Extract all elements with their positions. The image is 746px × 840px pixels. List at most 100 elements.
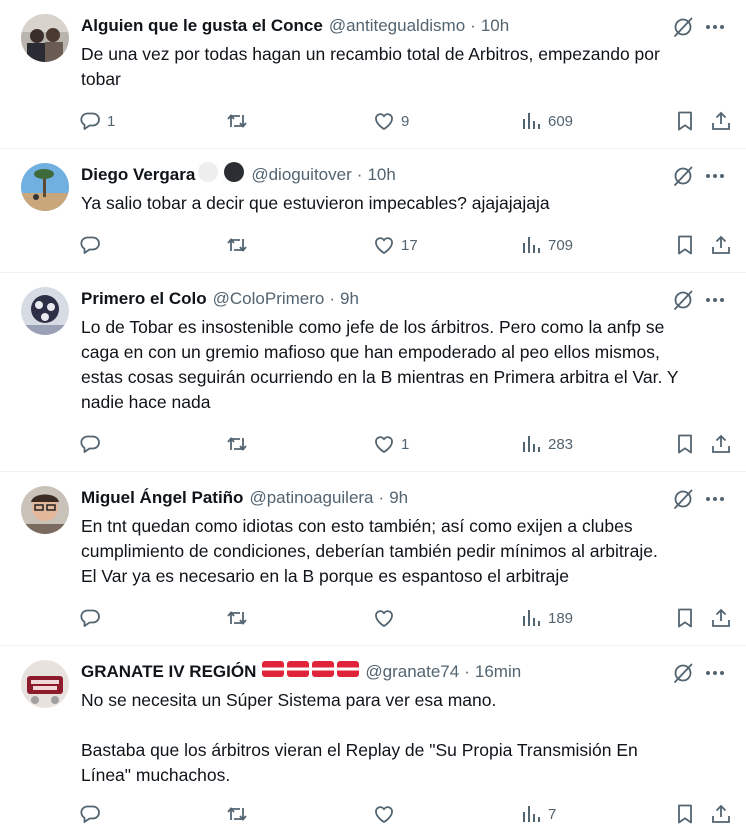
views-button[interactable]: 709 <box>520 232 573 258</box>
tweet-text-line: De una vez por todas hagan un recambio t… <box>81 44 660 64</box>
like-button[interactable] <box>373 801 401 827</box>
more-icon[interactable] <box>704 16 726 38</box>
timestamp[interactable]: 9h <box>389 487 408 509</box>
tweet-text-line: El Var ya es necesario en la B porque es… <box>81 566 570 586</box>
tweet[interactable]: Diego Vergara @dioguitover · 10h Ya sali… <box>0 149 746 273</box>
grok-icon[interactable] <box>672 165 694 187</box>
retweet-icon <box>227 807 247 821</box>
flag-stripe-icon <box>337 661 360 683</box>
like-icon <box>375 237 393 254</box>
bookmark-button[interactable] <box>674 801 696 827</box>
avatar[interactable] <box>21 486 69 534</box>
reply-button[interactable] <box>79 801 107 827</box>
bookmark-icon <box>678 235 692 255</box>
tweet-text: No se necesita un Súper Sistema para ver… <box>81 688 731 788</box>
views-button[interactable]: 189 <box>520 605 573 631</box>
tweet-header: Primero el Colo @ColoPrimero · 9h <box>81 288 746 310</box>
author-name[interactable]: Primero el Colo <box>81 288 207 310</box>
author-name[interactable]: Miguel Ángel Patiño <box>81 487 243 509</box>
more-icon[interactable] <box>704 662 726 684</box>
reply-icon <box>80 435 100 453</box>
tweet-text: En tnt quedan como idiotas con esto tamb… <box>81 514 731 589</box>
like-button[interactable]: 1 <box>373 431 409 457</box>
bookmark-button[interactable] <box>674 431 696 457</box>
reply-icon <box>80 805 100 823</box>
grok-icon[interactable] <box>672 488 694 510</box>
like-count: 9 <box>401 112 410 130</box>
tweet-text-line: Línea" muchachos. <box>81 765 231 785</box>
grok-icon[interactable] <box>672 16 694 38</box>
author-handle[interactable]: @dioguitover <box>251 164 351 186</box>
more-icon[interactable] <box>704 488 726 510</box>
tweet-actions: 1 283 <box>79 431 732 457</box>
views-button[interactable]: 609 <box>520 108 573 134</box>
separator-dot: · <box>464 662 470 681</box>
timestamp[interactable]: 16min <box>475 661 521 683</box>
author-handle[interactable]: @patinoaguilera <box>249 487 373 509</box>
reply-feed: Alguien que le gusta el Conce @antitegua… <box>0 0 746 840</box>
reply-button[interactable] <box>79 605 107 631</box>
reply-count: 1 <box>107 112 116 130</box>
timestamp[interactable]: 10h <box>481 15 509 37</box>
retweet-button[interactable] <box>226 605 254 631</box>
retweet-icon <box>227 437 247 451</box>
share-button[interactable] <box>710 108 732 134</box>
like-button[interactable]: 9 <box>373 108 409 134</box>
tweet[interactable]: GRANATE IV REGIÓN @granate74 · 16min No … <box>0 646 746 840</box>
reply-button[interactable]: 1 <box>79 108 115 134</box>
author-handle[interactable]: @granate74 <box>365 661 459 683</box>
retweet-button[interactable] <box>226 431 254 457</box>
retweet-button[interactable] <box>226 108 254 134</box>
reply-button[interactable] <box>79 232 107 258</box>
views-count: 609 <box>548 112 574 130</box>
bookmark-button[interactable] <box>674 232 696 258</box>
more-icon[interactable] <box>704 289 726 311</box>
retweet-button[interactable] <box>226 232 254 258</box>
bookmark-button[interactable] <box>674 605 696 631</box>
retweet-button[interactable] <box>226 801 254 827</box>
views-icon <box>523 237 540 253</box>
separator-dot: · <box>470 16 476 35</box>
tweet-actions: 189 <box>79 605 732 631</box>
share-button[interactable] <box>710 605 732 631</box>
grok-icon[interactable] <box>672 289 694 311</box>
views-button[interactable]: 283 <box>520 431 573 457</box>
bookmark-icon <box>678 804 692 824</box>
tweet[interactable]: Miguel Ángel Patiño @patinoaguilera · 9h… <box>0 472 746 646</box>
author-name[interactable]: Diego Vergara <box>81 164 195 186</box>
more-icon[interactable] <box>704 165 726 187</box>
reply-button[interactable] <box>79 431 107 457</box>
views-button[interactable]: 7 <box>520 801 556 827</box>
timestamp[interactable]: 9h <box>340 288 359 310</box>
author-name[interactable]: GRANATE IV REGIÓN <box>81 661 256 683</box>
share-button[interactable] <box>710 232 732 258</box>
like-button[interactable]: 17 <box>373 232 418 258</box>
timestamp[interactable]: 10h <box>367 164 395 186</box>
tweet-actions: 1 9 609 <box>79 108 732 134</box>
flag-stripe-icon <box>312 661 335 683</box>
avatar[interactable] <box>21 14 69 62</box>
tweet[interactable]: Primero el Colo @ColoPrimero · 9h Lo de … <box>0 273 746 472</box>
share-button[interactable] <box>710 801 732 827</box>
avatar[interactable] <box>21 660 69 708</box>
black-circle-icon <box>223 161 245 189</box>
tweet-text-line: Bastaba que los árbitros vieran el Repla… <box>81 740 638 760</box>
retweet-icon <box>227 114 247 128</box>
like-button[interactable] <box>373 605 401 631</box>
author-handle[interactable]: @antitegualdismo <box>329 15 465 37</box>
views-icon <box>523 610 540 626</box>
avatar[interactable] <box>21 287 69 335</box>
share-icon <box>712 804 730 823</box>
tweet-text-line: caga en con un gremio mafioso que han em… <box>81 342 660 362</box>
author-name[interactable]: Alguien que le gusta el Conce <box>81 15 323 37</box>
grok-icon[interactable] <box>672 662 694 684</box>
tweet-actions: 17 709 <box>79 232 732 258</box>
bookmark-button[interactable] <box>674 108 696 134</box>
white-circle-icon <box>197 161 219 189</box>
share-button[interactable] <box>710 431 732 457</box>
tweet[interactable]: Alguien que le gusta el Conce @antitegua… <box>0 0 746 149</box>
tweet-header: GRANATE IV REGIÓN @granate74 · 16min <box>81 661 746 683</box>
avatar[interactable] <box>21 163 69 211</box>
share-icon <box>712 434 730 453</box>
author-handle[interactable]: @ColoPrimero <box>213 288 325 310</box>
